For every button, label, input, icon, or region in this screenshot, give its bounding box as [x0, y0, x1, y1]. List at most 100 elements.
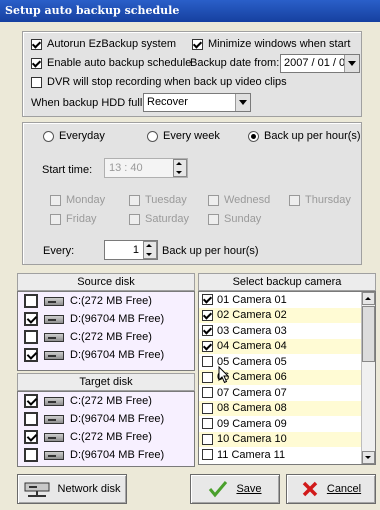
chevron-down-icon[interactable] — [235, 94, 250, 111]
day-saturday-label: Saturday — [145, 213, 190, 225]
list-item[interactable]: 02 Camera 02 — [199, 307, 361, 323]
list-item[interactable]: D:(96704 MB Free) — [24, 412, 164, 426]
target-disk-label: C:(272 MB Free) — [70, 431, 152, 443]
day-wednesday[interactable]: Wednesd — [208, 194, 270, 206]
cancel-button[interactable]: Cancel — [286, 474, 376, 504]
camera-checkbox[interactable] — [202, 356, 213, 367]
day-friday-checkbox[interactable] — [50, 213, 61, 225]
every-hours-field[interactable]: 1 — [104, 240, 158, 260]
camera-label: 03 Camera 03 — [217, 324, 287, 337]
source-disk-label: D:(96704 MB Free) — [70, 349, 165, 361]
autorun-checkbox[interactable] — [31, 38, 42, 50]
list-item[interactable]: 07 Camera 07 — [199, 385, 361, 400]
list-item[interactable]: 04 Camera 04 — [199, 338, 361, 354]
hdd-full-select[interactable]: Recover — [143, 93, 251, 112]
every-hours-spinner[interactable] — [143, 241, 157, 259]
list-item[interactable]: C:(272 MB Free) — [24, 294, 152, 308]
list-item[interactable]: D:(96704 MB Free) — [24, 348, 164, 362]
every-hours-value: 1 — [132, 244, 139, 256]
camera-checkbox[interactable] — [202, 325, 213, 336]
target-disk-checkbox[interactable] — [24, 412, 38, 426]
camera-checkbox[interactable] — [202, 449, 213, 460]
camera-checkbox[interactable] — [202, 418, 213, 429]
mode-everyday[interactable]: Everyday — [43, 130, 105, 142]
source-disk-header: Source disk — [17, 273, 195, 291]
hard-drive-icon — [44, 414, 64, 424]
scroll-up-button[interactable] — [362, 292, 375, 305]
mode-every-week-label: Every week — [163, 130, 220, 142]
camera-checkbox[interactable] — [202, 433, 213, 445]
enable-schedule-checkbox[interactable] — [31, 57, 42, 69]
camera-list-scrollbar[interactable] — [361, 292, 375, 464]
camera-checkbox[interactable] — [202, 340, 213, 352]
day-monday[interactable]: Monday — [50, 194, 105, 206]
camera-checkbox[interactable] — [202, 294, 213, 305]
target-disk-checkbox[interactable] — [24, 394, 38, 408]
mode-per-hour[interactable]: Back up per hour(s) — [248, 130, 361, 142]
every-suffix: Back up per hour(s) — [162, 245, 259, 257]
day-saturday[interactable]: Saturday — [129, 213, 189, 225]
day-thursday[interactable]: Thursday — [289, 194, 351, 206]
day-wednesday-label: Wednesd — [224, 194, 271, 206]
enable-schedule-option[interactable]: Enable auto backup schedule — [31, 57, 191, 69]
day-monday-checkbox[interactable] — [50, 194, 61, 206]
list-item[interactable]: C:(272 MB Free) — [24, 430, 152, 444]
camera-list-header: Select backup camera — [198, 273, 376, 291]
mode-every-week-radio[interactable] — [147, 130, 158, 142]
source-disk-checkbox[interactable] — [24, 330, 38, 344]
day-wednesday-checkbox[interactable] — [208, 194, 219, 206]
network-disk-label: Network disk — [57, 483, 121, 495]
day-sunday[interactable]: Sunday — [208, 213, 261, 225]
window-title: Setup auto backup schedule — [0, 0, 380, 22]
backup-date-picker[interactable]: 2007 / 01 / 02 — [280, 54, 360, 73]
source-disk-checkbox[interactable] — [24, 294, 38, 308]
network-disk-button[interactable]: Network disk — [17, 474, 127, 504]
day-sunday-checkbox[interactable] — [208, 213, 219, 225]
list-item[interactable]: C:(272 MB Free) — [24, 394, 152, 408]
list-item[interactable]: 03 Camera 03 — [199, 323, 361, 338]
camera-label: 10 Camera 10 — [217, 433, 287, 445]
save-label: Save — [236, 483, 262, 495]
source-disk-checkbox[interactable] — [24, 312, 38, 326]
day-tuesday-checkbox[interactable] — [129, 194, 140, 206]
day-friday[interactable]: Friday — [50, 213, 97, 225]
mode-every-week[interactable]: Every week — [147, 130, 220, 142]
camera-checkbox[interactable] — [202, 371, 213, 383]
list-item[interactable]: 01 Camera 01 — [199, 292, 361, 307]
dvr-stop-checkbox[interactable] — [31, 76, 42, 88]
source-disk-checkbox[interactable] — [24, 348, 38, 362]
list-item[interactable]: D:(96704 MB Free) — [24, 448, 164, 462]
camera-checkbox[interactable] — [202, 402, 213, 414]
save-button[interactable]: Save — [190, 474, 280, 504]
dvr-stop-option[interactable]: DVR will stop recording when back up vid… — [31, 76, 287, 88]
day-thursday-checkbox[interactable] — [289, 194, 300, 206]
mode-everyday-radio[interactable] — [43, 130, 54, 142]
source-disk-label: C:(272 MB Free) — [70, 295, 152, 307]
list-item[interactable]: D:(96704 MB Free) — [24, 312, 164, 326]
list-item[interactable]: 11 Camera 11 — [199, 447, 361, 462]
autorun-option[interactable]: Autorun EzBackup system — [31, 38, 176, 50]
target-disk-label: D:(96704 MB Free) — [70, 413, 165, 425]
camera-checkbox[interactable] — [202, 387, 213, 398]
hard-drive-icon — [44, 314, 64, 324]
scroll-thumb[interactable] — [362, 306, 375, 362]
backup-date-label: Backup date from: — [190, 57, 280, 69]
camera-label: 11 Camera 11 — [217, 448, 286, 461]
list-item[interactable]: C:(272 MB Free) — [24, 330, 152, 344]
start-time-spinner[interactable] — [173, 159, 187, 177]
list-item[interactable]: 08 Camera 08 — [199, 400, 361, 416]
list-item[interactable]: 09 Camera 09 — [199, 416, 361, 431]
list-item[interactable]: 10 Camera 10 — [199, 431, 361, 447]
camera-checkbox[interactable] — [202, 309, 213, 321]
start-time-field[interactable]: 13 : 40 — [104, 158, 188, 178]
network-drive-icon — [24, 482, 50, 497]
scroll-down-button[interactable] — [362, 451, 375, 464]
target-disk-checkbox[interactable] — [24, 448, 38, 462]
chevron-down-icon[interactable] — [344, 55, 359, 72]
target-disk-checkbox[interactable] — [24, 430, 38, 444]
minimize-option[interactable]: Minimize windows when start — [192, 38, 350, 50]
mode-per-hour-radio[interactable] — [248, 130, 259, 142]
minimize-checkbox[interactable] — [192, 38, 203, 50]
day-tuesday[interactable]: Tuesday — [129, 194, 187, 206]
day-saturday-checkbox[interactable] — [129, 213, 140, 225]
